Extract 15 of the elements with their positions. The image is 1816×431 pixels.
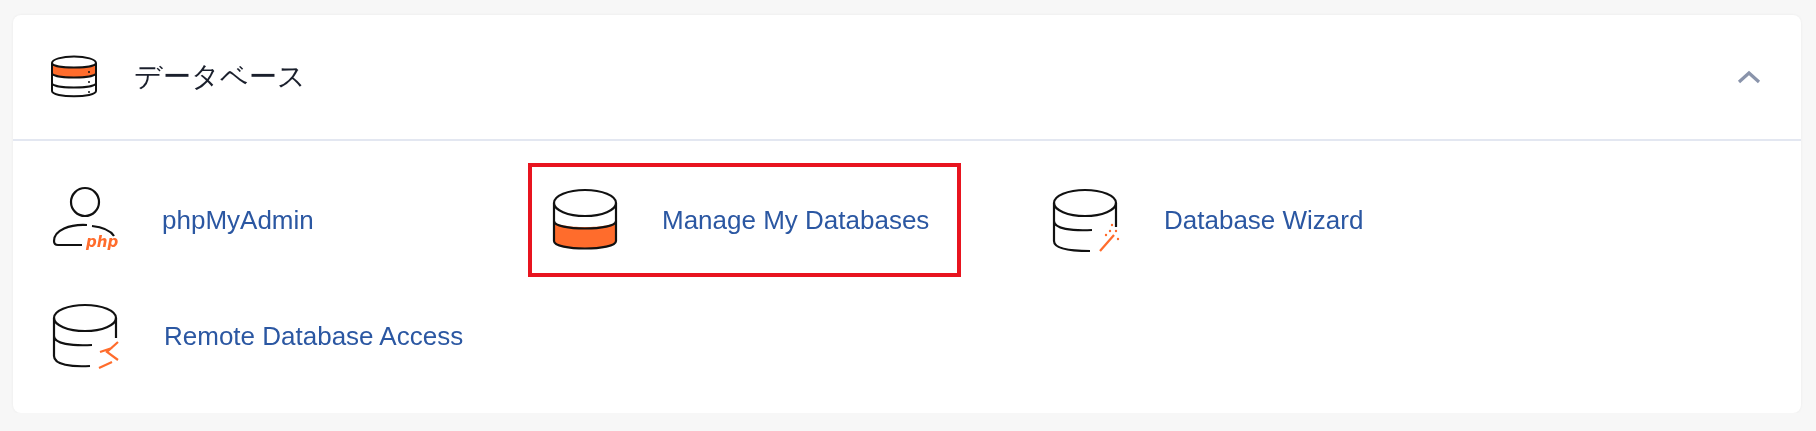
- tool-link[interactable]: Manage My Databases: [528, 163, 962, 277]
- tool-label: Manage My Databases: [662, 204, 930, 236]
- chevron-up-icon: [1737, 70, 1761, 84]
- tool-label: Database Wizard: [1164, 204, 1364, 236]
- tool-label: Remote Database Access: [164, 320, 464, 352]
- database-icon: [50, 55, 98, 99]
- tool-link[interactable]: Remote Database Access: [28, 279, 496, 393]
- section-title: データベース: [134, 59, 307, 95]
- tool-label: phpMyAdmin: [162, 204, 314, 236]
- database-remote-icon: [52, 302, 120, 370]
- database-wand-icon: [1052, 187, 1120, 253]
- database-icon: [552, 187, 618, 253]
- php-text: php: [86, 233, 119, 251]
- tool-link[interactable]: php phpMyAdmin: [28, 163, 346, 277]
- tool-link[interactable]: Database Wizard: [1028, 163, 1396, 277]
